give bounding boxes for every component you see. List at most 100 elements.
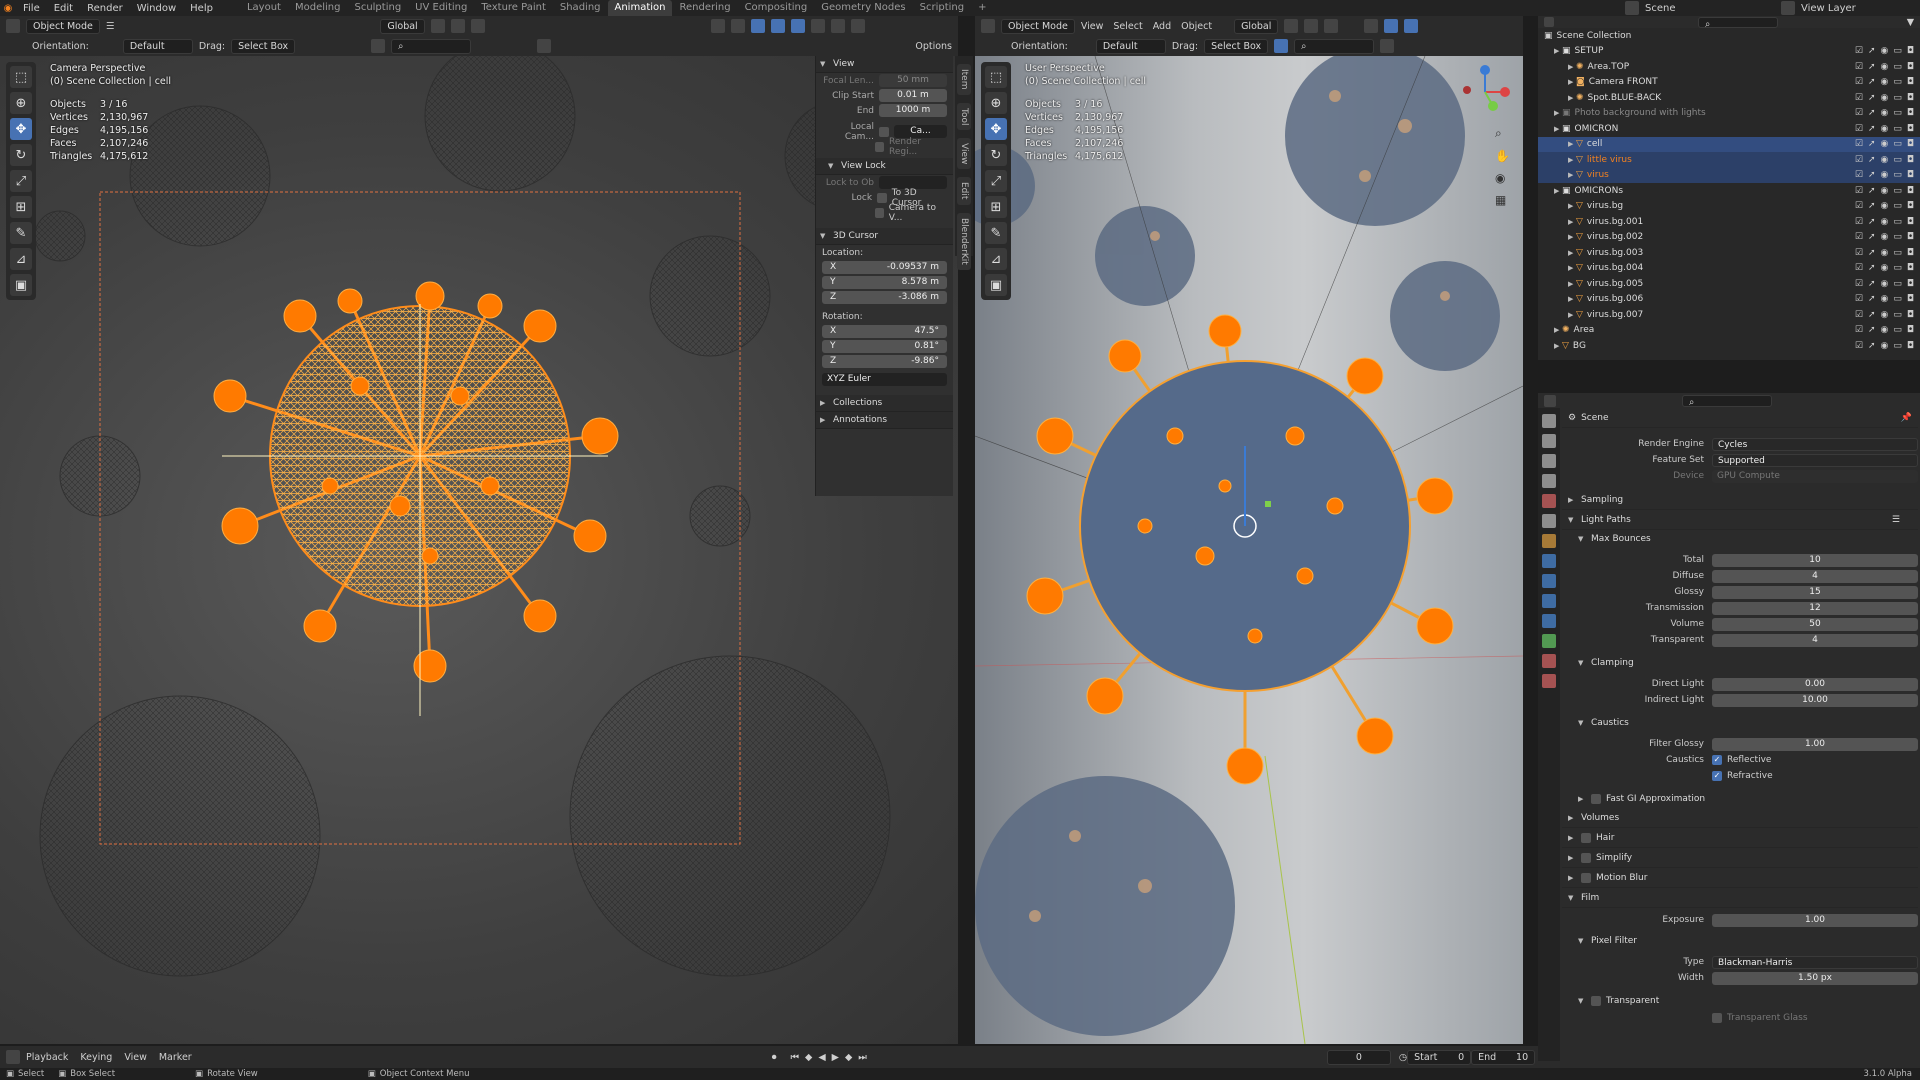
expand-arrow-icon[interactable]: ▶ — [1568, 218, 1576, 226]
monitor-icon[interactable]: ▭ — [1893, 186, 1902, 196]
options-button[interactable]: Options — [915, 41, 952, 52]
filter-icon[interactable] — [537, 39, 552, 53]
hair-checkbox[interactable] — [1581, 832, 1591, 843]
selectable-icon[interactable]: ➚ — [1868, 325, 1876, 335]
modifiers-tab-icon[interactable] — [1542, 554, 1556, 568]
expand-arrow-icon[interactable]: ▶ — [1554, 326, 1562, 334]
checkbox-icon[interactable]: ☑ — [1855, 77, 1863, 87]
selectable-icon[interactable]: ➚ — [1868, 155, 1876, 165]
menu-edit[interactable]: Edit — [47, 3, 80, 14]
film-transparent-checkbox[interactable] — [1591, 996, 1601, 1006]
outliner-row[interactable]: ▶ ◙ Camera FRONT ☑ ➚ ◉ ▭ ◘ — [1538, 75, 1920, 91]
viewport-search-field[interactable]: ⌕ — [1294, 38, 1375, 54]
bounce-transmission-field[interactable]: 12 — [1712, 601, 1918, 615]
lock-to-cursor-checkbox[interactable] — [877, 192, 887, 203]
mode-selector[interactable]: Object Mode — [26, 18, 100, 34]
selectable-icon[interactable]: ➚ — [1868, 232, 1876, 242]
outliner-row[interactable]: ▶ ▽ virus.bg.005 ☑ ➚ ◉ ▭ ◘ — [1538, 276, 1920, 292]
checkbox-icon[interactable]: ☑ — [1855, 279, 1863, 289]
cursor-location-z-field[interactable]: Z -3.086 m — [822, 291, 947, 304]
tab-scripting[interactable]: Scripting — [913, 0, 971, 16]
pivot-icon[interactable] — [1284, 19, 1299, 33]
light-paths-panel-header[interactable]: ▼ Light Paths ☰ — [1562, 510, 1918, 530]
device-dropdown[interactable]: GPU Compute — [1712, 469, 1918, 483]
rendered-shading-icon[interactable] — [850, 19, 865, 33]
selectable-icon[interactable]: ➚ — [1868, 279, 1876, 289]
snap-icon[interactable] — [450, 19, 465, 33]
outliner-row[interactable]: ▶ ▽ cell ☑ ➚ ◉ ▭ ◘ — [1538, 136, 1920, 152]
expand-arrow-icon[interactable]: ▶ — [1554, 187, 1562, 195]
tab-sculpting[interactable]: Sculpting — [347, 0, 408, 16]
hamburger-icon[interactable]: ☰ — [106, 21, 115, 32]
transform-tool-icon[interactable]: ⊞ — [985, 196, 1007, 218]
render-engine-dropdown[interactable]: Cycles — [1712, 437, 1918, 451]
monitor-icon[interactable]: ▭ — [1893, 310, 1902, 320]
render-camera-icon[interactable]: ◘ — [1907, 263, 1914, 273]
sidebar-tab-view[interactable]: View — [957, 137, 971, 170]
expand-arrow-icon[interactable]: ▶ — [1568, 280, 1576, 288]
scale-tool-icon[interactable]: ⤢ — [10, 170, 32, 192]
prev-keyframe-icon[interactable]: ◆ — [805, 1052, 812, 1063]
record-icon[interactable]: ⏺ — [772, 1052, 777, 1063]
render-camera-icon[interactable]: ◘ — [1907, 77, 1914, 87]
orientation-dropdown[interactable]: Default — [1095, 38, 1166, 54]
selectable-icon[interactable]: ➚ — [1868, 46, 1876, 56]
clamping-subpanel-header[interactable]: ▼ Clamping — [1562, 654, 1918, 672]
indirect-light-field[interactable]: 10.00 — [1712, 693, 1918, 707]
annotate-tool-icon[interactable]: ✎ — [10, 222, 32, 244]
mode-selector[interactable]: Object Mode — [1001, 18, 1075, 34]
selectable-icon[interactable]: ➚ — [1868, 124, 1876, 134]
expand-arrow-icon[interactable]: ▶ — [1568, 202, 1576, 210]
render-camera-icon[interactable]: ◘ — [1907, 279, 1914, 289]
clip-end-field[interactable]: 1000 m — [879, 104, 947, 117]
eye-icon[interactable]: ◉ — [1881, 77, 1889, 87]
checkbox-icon[interactable]: ☑ — [1855, 217, 1863, 227]
cursor-rotation-y-field[interactable]: Y 0.81° — [822, 340, 947, 353]
clock-icon[interactable]: ◷ — [1399, 1052, 1407, 1063]
expand-arrow-icon[interactable]: ▶ — [1568, 311, 1576, 319]
physics-tab-icon[interactable] — [1542, 594, 1556, 608]
play-reverse-icon[interactable]: ◀ — [818, 1052, 825, 1063]
select-tool-icon[interactable]: ⬚ — [10, 66, 32, 88]
bounce-transparent-field[interactable]: 4 — [1712, 633, 1918, 647]
clip-start-field[interactable]: 0.01 m — [879, 89, 947, 102]
pin-icon[interactable]: 📌 — [1901, 413, 1912, 423]
bounce-glossy-field[interactable]: 15 — [1712, 585, 1918, 599]
visibility-icon[interactable] — [1364, 19, 1379, 33]
eye-icon[interactable]: ◉ — [1881, 263, 1889, 273]
pixel-filter-subpanel-header[interactable]: ▼ Pixel Filter — [1562, 932, 1918, 950]
motion-blur-checkbox[interactable] — [1581, 872, 1591, 883]
film-panel-header[interactable]: ▼ Film — [1562, 888, 1918, 908]
output-tab-icon[interactable] — [1542, 454, 1556, 468]
render-camera-icon[interactable]: ◘ — [1907, 46, 1914, 56]
checkbox-icon[interactable]: ☑ — [1855, 139, 1863, 149]
zoom-icon[interactable]: ⌕ — [1495, 126, 1510, 141]
outliner-row[interactable]: ▶ ▽ virus ☑ ➚ ◉ ▭ ◘ — [1538, 167, 1920, 183]
xray-icon[interactable] — [770, 19, 785, 33]
hair-panel-header[interactable]: ▶ Hair — [1562, 828, 1918, 848]
checkbox-icon[interactable]: ☑ — [1855, 325, 1863, 335]
tab-shading[interactable]: Shading — [553, 0, 608, 16]
particles-tab-icon[interactable] — [1542, 574, 1556, 588]
menu-add[interactable]: Add — [1153, 21, 1171, 32]
cursor-rotation-z-field[interactable]: Z -9.86° — [822, 355, 947, 368]
material-shading-icon[interactable] — [830, 19, 845, 33]
blender-logo-icon[interactable]: ◉ — [0, 3, 16, 14]
add-cube-tool-icon[interactable]: ▣ — [985, 274, 1007, 296]
selectable-icon[interactable]: ➚ — [1868, 341, 1876, 351]
outliner-row[interactable]: ▶ ▽ virus.bg.001 ☑ ➚ ◉ ▭ ◘ — [1538, 214, 1920, 230]
expand-arrow-icon[interactable]: ▶ — [1568, 94, 1576, 102]
motion-blur-panel-header[interactable]: ▶ Motion Blur — [1562, 868, 1918, 888]
select-mode-icon[interactable] — [1274, 39, 1289, 53]
overlay-icon[interactable] — [750, 19, 765, 33]
expand-arrow-icon[interactable]: ▶ — [1568, 171, 1576, 179]
eye-icon[interactable]: ◉ — [1881, 93, 1889, 103]
render-camera-icon[interactable]: ◘ — [1907, 310, 1914, 320]
transform-orientation[interactable]: Global — [1234, 18, 1279, 34]
render-region-checkbox[interactable] — [874, 141, 884, 152]
menu-playback[interactable]: Playback — [26, 1052, 68, 1063]
overlay-icon[interactable] — [1404, 19, 1419, 33]
refractive-checkbox[interactable]: ✓ — [1712, 771, 1722, 781]
ortho-toggle-icon[interactable]: ▦ — [1495, 193, 1510, 207]
rotate-tool-icon[interactable]: ↻ — [10, 144, 32, 166]
